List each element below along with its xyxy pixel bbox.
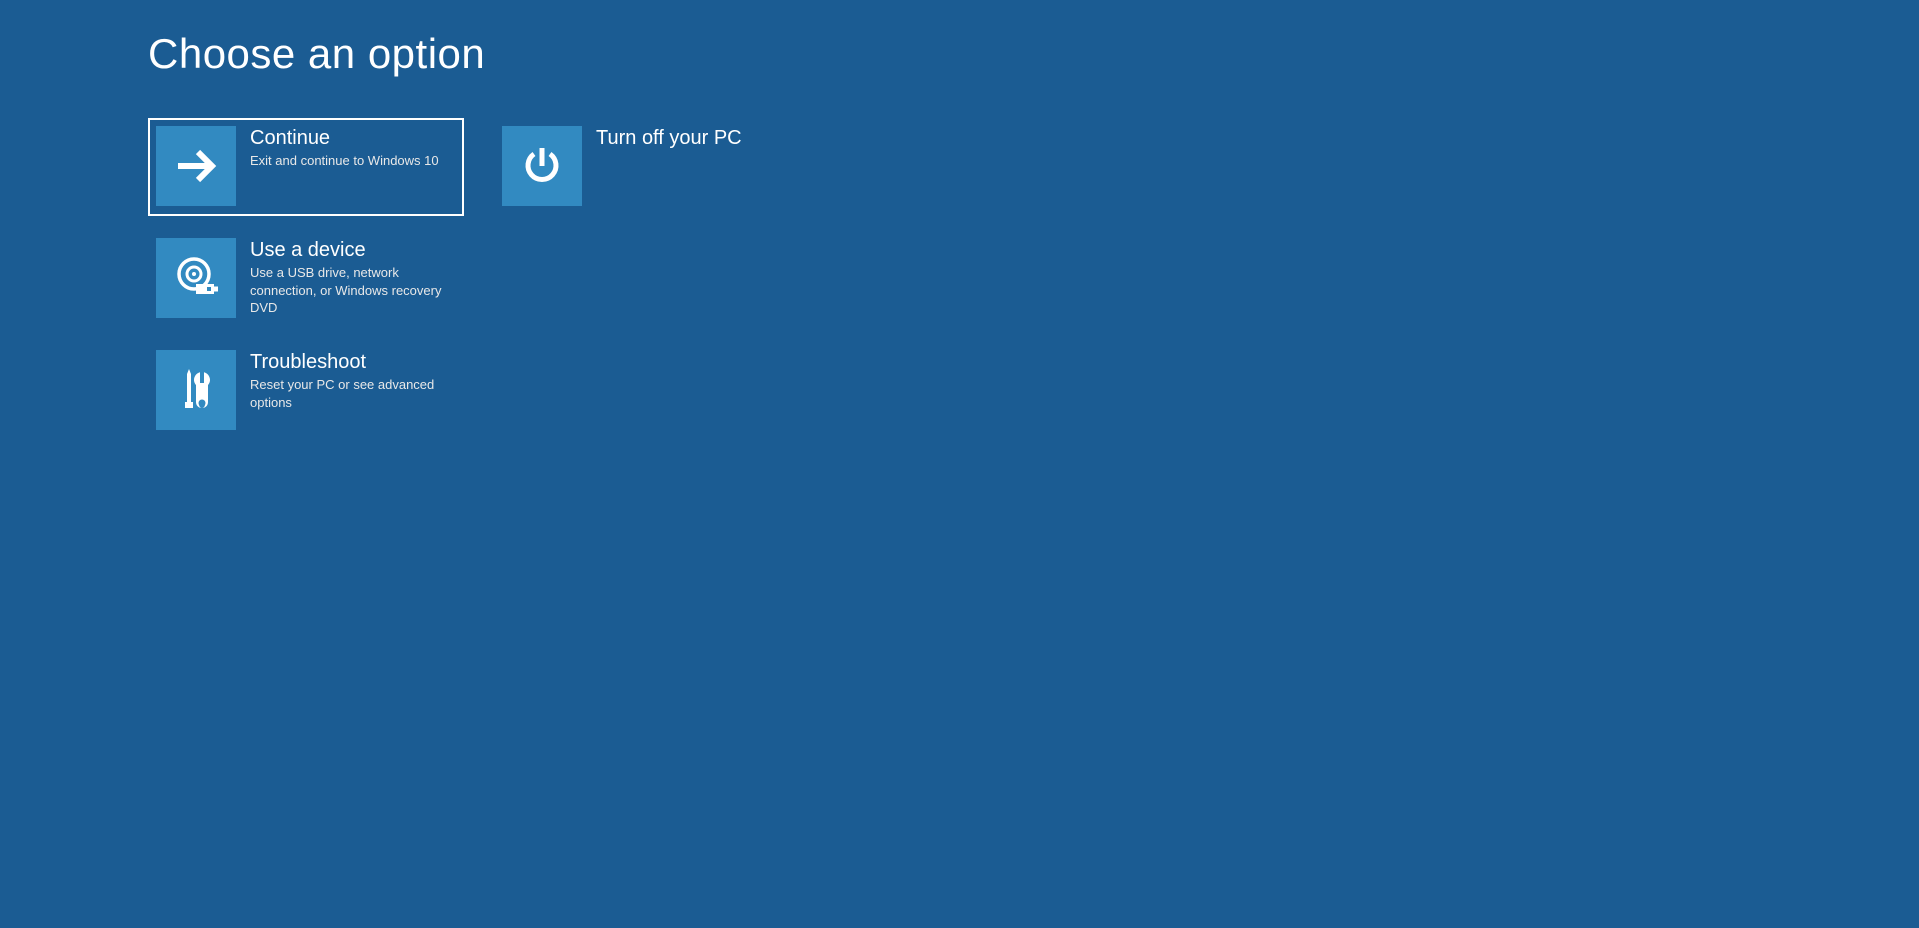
usedevice-tile[interactable]: Use a device Use a USB drive, network co… bbox=[148, 230, 464, 328]
disc-usb-icon bbox=[156, 238, 236, 318]
troubleshoot-desc: Reset your PC or see advanced options bbox=[250, 376, 452, 411]
arrow-right-icon bbox=[156, 126, 236, 206]
continue-title: Continue bbox=[250, 126, 439, 150]
continue-desc: Exit and continue to Windows 10 bbox=[250, 152, 439, 170]
usedevice-title: Use a device bbox=[250, 238, 452, 262]
turnoff-tile[interactable]: Turn off your PC bbox=[494, 118, 810, 216]
tools-icon bbox=[156, 350, 236, 430]
turnoff-title: Turn off your PC bbox=[596, 126, 742, 150]
page-title: Choose an option bbox=[148, 30, 1919, 78]
troubleshoot-tile[interactable]: Troubleshoot Reset your PC or see advanc… bbox=[148, 342, 464, 440]
troubleshoot-title: Troubleshoot bbox=[250, 350, 452, 374]
power-icon bbox=[502, 126, 582, 206]
usedevice-desc: Use a USB drive, network connection, or … bbox=[250, 264, 452, 317]
continue-tile[interactable]: Continue Exit and continue to Windows 10 bbox=[148, 118, 464, 216]
options-grid: Continue Exit and continue to Windows 10… bbox=[148, 118, 1919, 440]
